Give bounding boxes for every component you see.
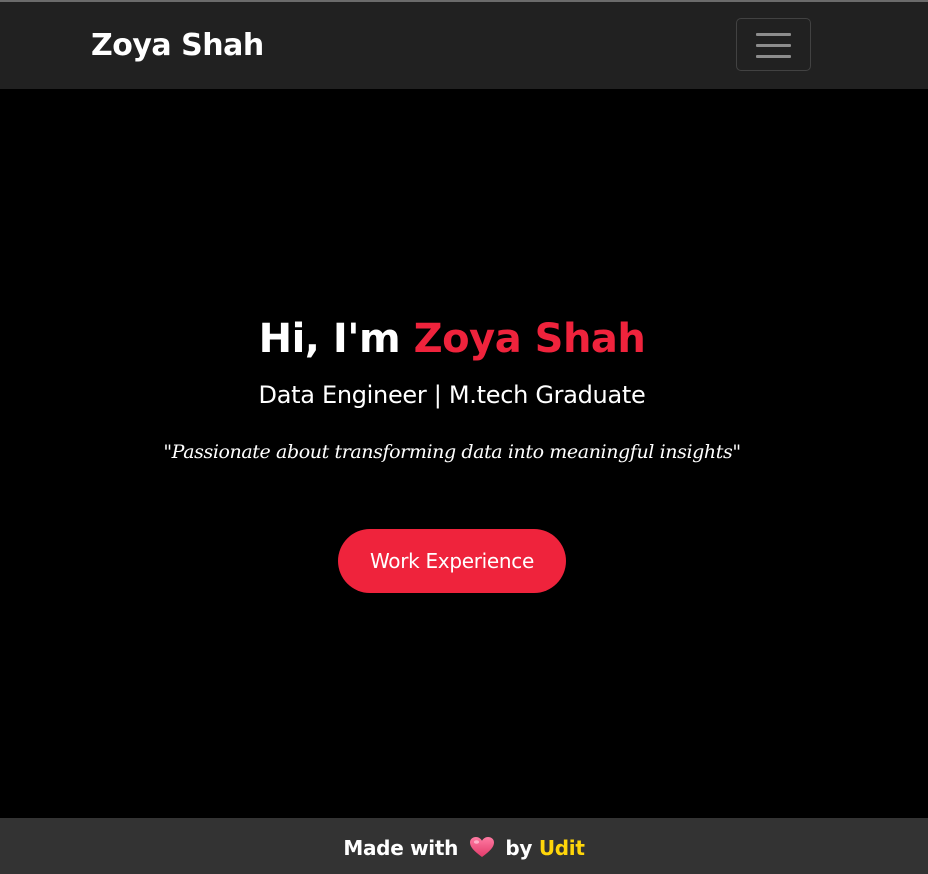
- hero-quote: "Passionate about transforming data into…: [163, 441, 741, 463]
- hero-subtitle: Data Engineer | M.tech Graduate: [258, 381, 646, 409]
- hero-greeting: Hi, I'm: [258, 316, 401, 362]
- heart-icon: [469, 837, 494, 857]
- navbar-toggler-button[interactable]: [736, 18, 811, 71]
- navbar-brand[interactable]: Zoya Shah: [91, 28, 264, 64]
- navbar: Zoya Shah: [0, 2, 928, 89]
- footer: Made with by Udit: [0, 818, 928, 874]
- footer-author-link[interactable]: Udit: [539, 836, 585, 860]
- footer-credit: Made with by Udit: [343, 834, 585, 862]
- work-experience-button[interactable]: Work Experience: [338, 529, 566, 593]
- footer-made-with: Made with: [343, 836, 459, 860]
- hero-title: Hi, I'm Zoya Shah: [0, 313, 904, 365]
- footer-by: by: [505, 836, 533, 860]
- hero-name: Zoya Shah: [413, 316, 646, 362]
- hero-section: Hi, I'm Zoya Shah Data Engineer | M.tech…: [0, 89, 928, 818]
